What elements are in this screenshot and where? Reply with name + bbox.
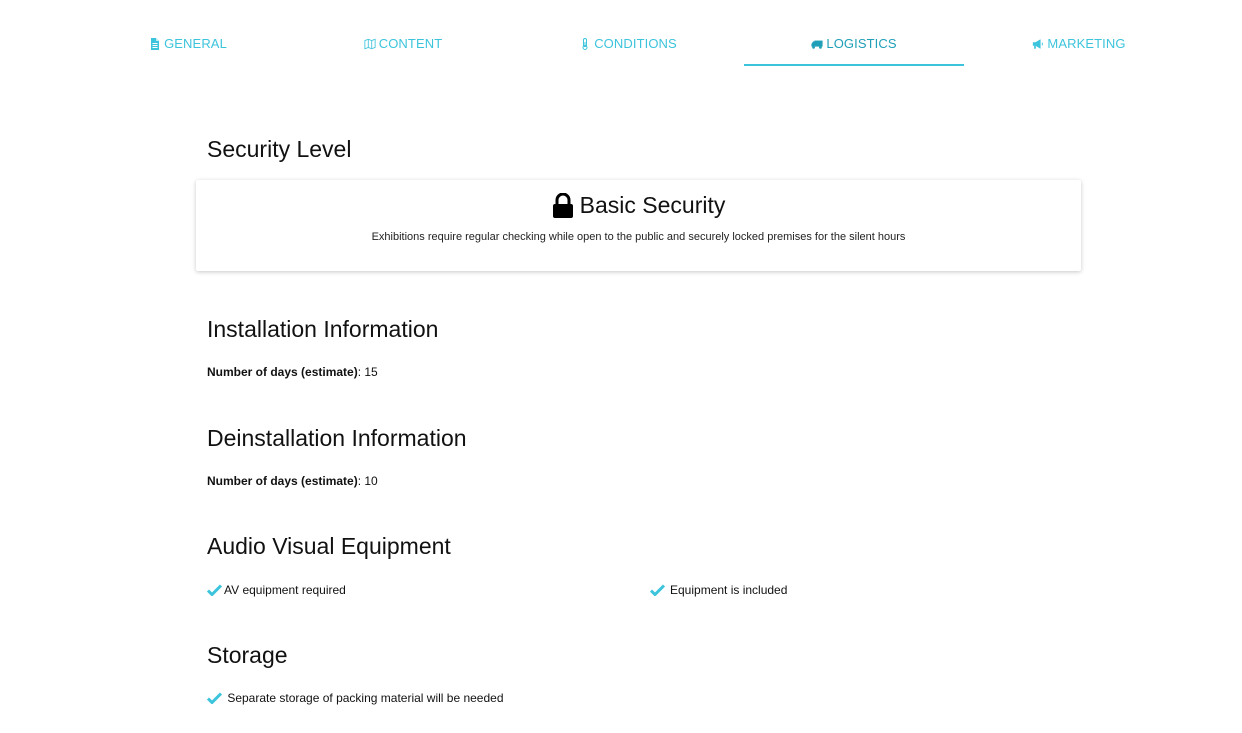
deinstallation-days-value: : 10 [357, 474, 378, 488]
deinstallation-days-label: Number of days (estimate) [207, 474, 358, 488]
check-icon [207, 692, 222, 704]
storage-packing-item: Separate storage of packing material wil… [207, 691, 504, 705]
security-level-value: Basic Security [579, 192, 726, 218]
security-level-description: Exhibitions require regular checking whi… [371, 231, 906, 243]
check-icon [207, 584, 222, 596]
tab-content-label: CONTENT [378, 36, 443, 51]
tab-logistics-label: LOGISTICS [826, 36, 897, 51]
map-icon [364, 38, 376, 50]
tab-general-label: GENERAL [164, 36, 227, 51]
tab-marketing[interactable]: MARKETING [1014, 36, 1144, 66]
security-level-heading: Security Level [207, 136, 352, 162]
installation-days-value: : 15 [357, 365, 378, 379]
av-included-item: Equipment is included [650, 583, 787, 597]
av-included-label: Equipment is included [670, 583, 788, 597]
lock-icon [552, 192, 573, 218]
installation-days-label: Number of days (estimate) [207, 365, 358, 379]
storage-heading: Storage [207, 642, 288, 668]
tab-conditions-label: CONDITIONS [594, 36, 677, 51]
installation-heading: Installation Information [207, 316, 439, 342]
av-required-label: AV equipment required [224, 583, 346, 597]
deinstallation-days-field: Number of days (estimate): 10 [207, 474, 378, 488]
check-icon [650, 584, 665, 596]
installation-days-field: Number of days (estimate): 15 [207, 365, 378, 379]
tab-content[interactable]: CONTENT [338, 36, 468, 66]
security-level-card-header: Basic Security [196, 192, 1081, 219]
security-level-card: Basic Security Exhibitions require regul… [196, 180, 1081, 271]
deinstallation-heading: Deinstallation Information [207, 425, 467, 451]
logistics-tab-bar: GENERAL CONTENT CONDITIONS LOGISTICS MAR… [0, 0, 1242, 66]
file-icon [151, 38, 160, 50]
thermometer-icon [582, 38, 588, 50]
av-required-item: AV equipment required [207, 583, 346, 597]
av-equipment-heading: Audio Visual Equipment [207, 533, 451, 559]
tab-conditions[interactable]: CONDITIONS [563, 36, 693, 66]
storage-packing-label: Separate storage of packing material wil… [224, 691, 504, 705]
tab-logistics[interactable]: LOGISTICS [744, 36, 964, 66]
truck-icon [811, 40, 823, 49]
tab-general[interactable]: GENERAL [123, 36, 253, 66]
megaphone-icon [1033, 39, 1044, 49]
tab-marketing-label: MARKETING [1047, 36, 1126, 51]
